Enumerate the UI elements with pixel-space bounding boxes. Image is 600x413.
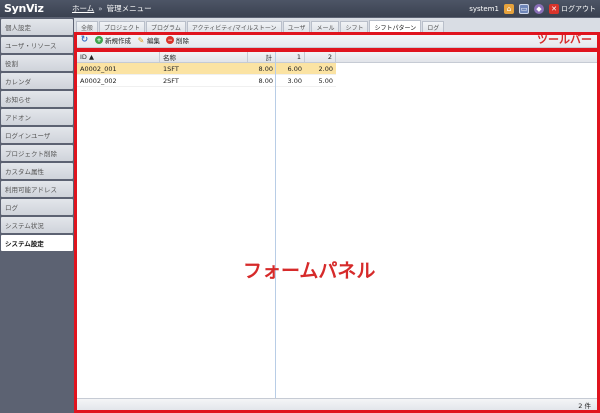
- sidebar-item-notice[interactable]: お知らせ: [1, 91, 73, 107]
- sidebar-item-custom-attr[interactable]: カスタム属性: [1, 163, 73, 179]
- breadcrumb-home-link[interactable]: ホーム: [72, 3, 94, 14]
- sidebar-item-user-resource[interactable]: ユーザ・リソース: [1, 37, 73, 53]
- sidebar-item-system-status[interactable]: システム状況: [1, 217, 73, 233]
- app-logo: SynViz: [4, 2, 44, 15]
- sidebar-item-project-delete[interactable]: プロジェクト削除: [1, 145, 73, 161]
- user-name: system1: [469, 4, 499, 13]
- logout-label: ログアウト: [561, 4, 596, 13]
- sidebar: 個人設定 ユーザ・リソース 役割 カレンダ お知らせ アドオン ログインユーザ …: [0, 18, 74, 413]
- sidebar-item-login-user[interactable]: ログインユーザ: [1, 127, 73, 143]
- sidebar-item-calendar[interactable]: カレンダ: [1, 73, 73, 89]
- logout-icon: ✕: [549, 3, 559, 14]
- sidebar-item-addon[interactable]: アドオン: [1, 109, 73, 125]
- breadcrumb: ホーム » 管理メニュー: [72, 3, 152, 14]
- main-content: 全般 プロジェクト プログラム アクティビティ/マイルストーン ユーザ メール …: [74, 18, 600, 413]
- home-icon[interactable]: ⌂: [504, 3, 514, 14]
- logout-button[interactable]: ✕ ログアウト: [549, 3, 596, 14]
- tab-bar: 全般 プロジェクト プログラム アクティビティ/マイルストーン ユーザ メール …: [74, 18, 600, 33]
- form-panel-highlight-box: [74, 48, 600, 413]
- sidebar-item-personal[interactable]: 個人設定: [1, 19, 73, 35]
- breadcrumb-current: 管理メニュー: [106, 4, 152, 13]
- sidebar-item-system-settings[interactable]: システム設定: [1, 235, 73, 251]
- header-tools: system1 ⌂ ▭ ◆ ✕ ログアウト: [469, 0, 596, 17]
- window-icon[interactable]: ▭: [519, 3, 529, 14]
- breadcrumb-separator: »: [98, 4, 103, 13]
- app-header: SynViz ホーム » 管理メニュー system1 ⌂ ▭ ◆ ✕ ログアウ…: [0, 0, 600, 17]
- sidebar-item-log[interactable]: ログ: [1, 199, 73, 215]
- gear-icon[interactable]: ◆: [534, 3, 544, 14]
- sidebar-item-role[interactable]: 役割: [1, 55, 73, 71]
- sidebar-item-address[interactable]: 利用可能アドレス: [1, 181, 73, 197]
